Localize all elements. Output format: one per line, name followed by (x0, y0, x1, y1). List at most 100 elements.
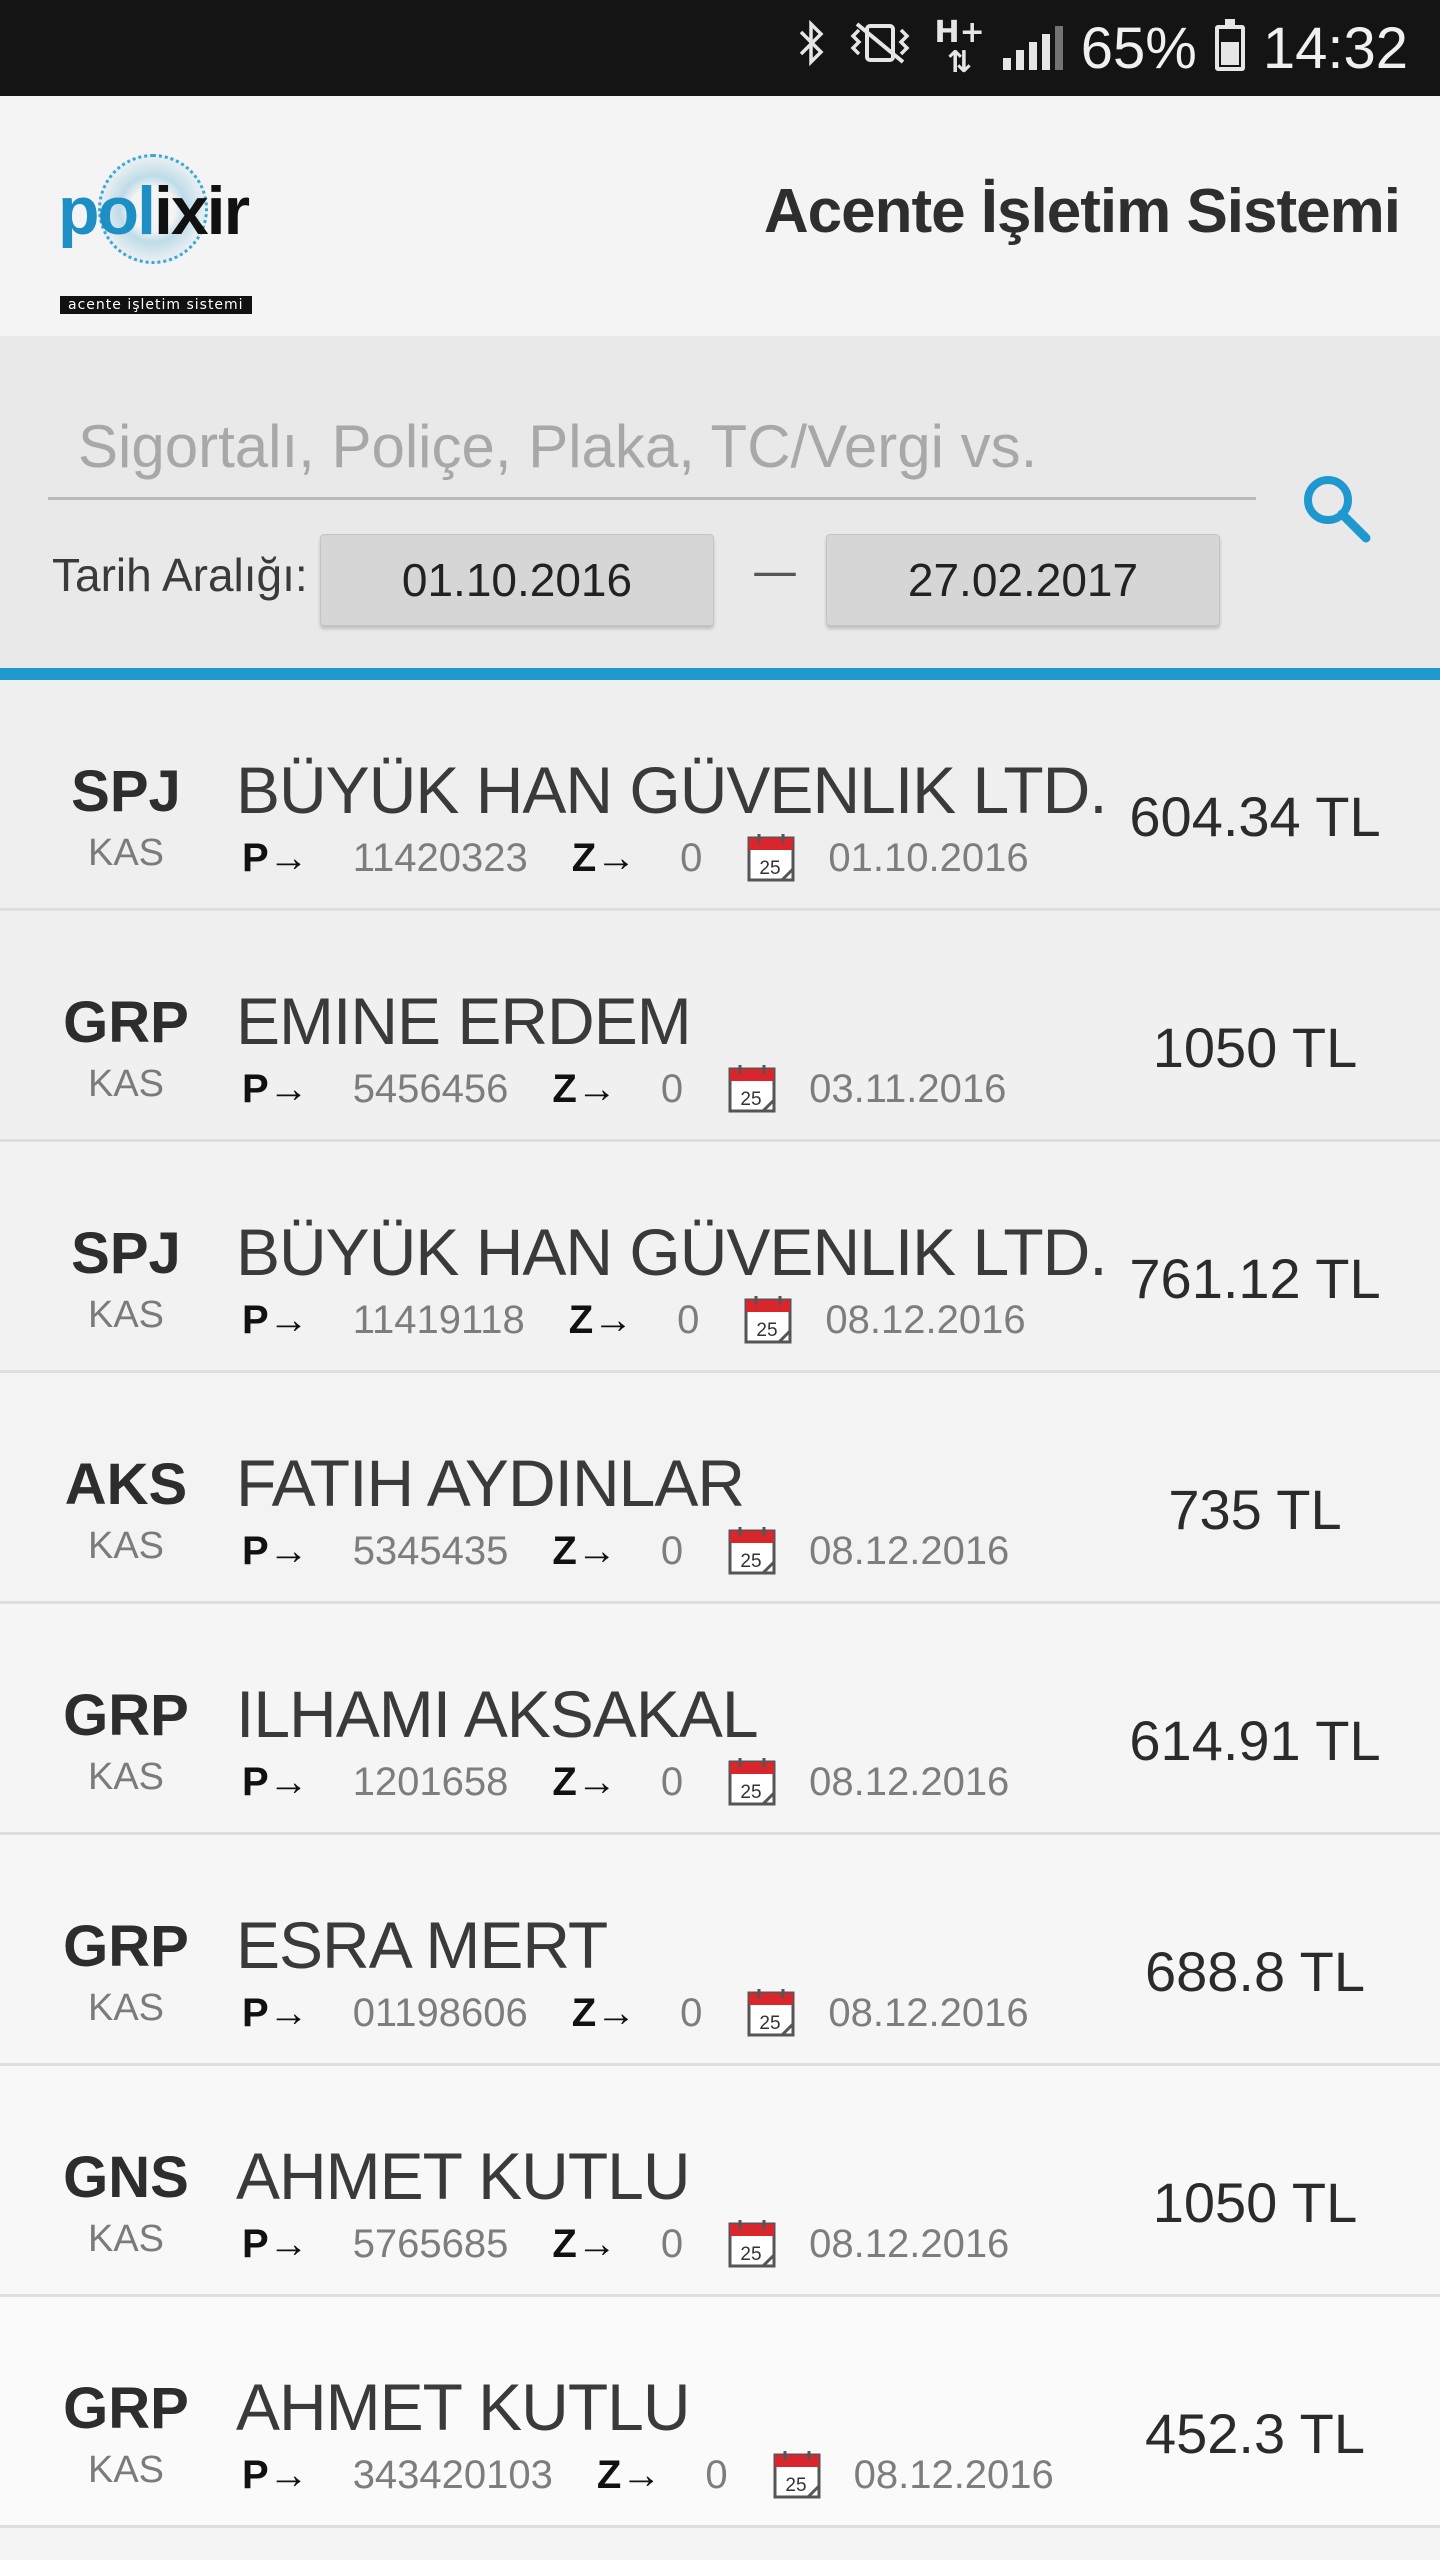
policy-meta: P→ 01198606 Z→ 0 25 08.12.2016 (242, 1987, 1073, 2039)
premium-amount: 1050 TL (1152, 1016, 1358, 1079)
policy-number: 01198606 (352, 1990, 528, 2035)
page-title: Acente İşletim Sistemi (763, 177, 1401, 246)
list-item[interactable]: GRP KAS ILHAMI AKSAKAL P→ 1201658 Z→ 0 2… (0, 1604, 1440, 1835)
policy-number: 343420103 (352, 2452, 553, 2497)
premium-amount: 735 TL (1168, 1478, 1342, 1541)
z-tag: Z→ (571, 835, 637, 880)
product-code: SPJ (71, 1221, 181, 1286)
list-item[interactable]: GNS KAS AHMET KUTLU P→ 5765685 Z→ 0 25 0… (0, 2066, 1440, 2297)
search-icon (1304, 476, 1371, 543)
branch-code: KAS (87, 1525, 165, 1567)
premium-amount: 614.91 TL (1129, 1709, 1381, 1772)
calendar-icon: 25 (728, 1758, 776, 1806)
insured-name: ESRA MERT (236, 1908, 608, 1982)
list-item[interactable]: GRP KAS ESRA MERT P→ 01198606 Z→ 0 25 08… (0, 1835, 1440, 2066)
calendar-icon: 25 (728, 2220, 776, 2268)
z-tag: Z→ (552, 1759, 617, 1804)
policy-tag: P→ (242, 2221, 309, 2266)
product-code: GRP (63, 2376, 189, 2441)
z-tag: Z→ (552, 1066, 617, 1111)
list-item[interactable]: SPJ KAS BÜYÜK HAN GÜVENLIK LTD. P→ 11419… (0, 1142, 1440, 1373)
calendar-icon: 25 (773, 2451, 821, 2499)
policy-number: 11419118 (352, 1297, 525, 1342)
calendar-day: 25 (741, 1551, 762, 1572)
logo-word-part2: ixir (153, 173, 250, 249)
search-button[interactable] (1298, 470, 1378, 550)
policy-tag: P→ (242, 2452, 309, 2497)
z-tag: Z→ (596, 2452, 662, 2497)
list-item[interactable]: GRP KAS AHMET KUTLU P→ 343420103 Z→ 0 25… (0, 2297, 1440, 2528)
bluetooth-icon (797, 19, 827, 77)
policy-tag: P→ (242, 1528, 309, 1573)
policy-meta: P→ 5765685 Z→ 0 25 08.12.2016 (242, 2218, 1053, 2270)
branch-code: KAS (87, 1294, 165, 1336)
status-time: 14:32 (1262, 15, 1408, 81)
policy-tag: P→ (242, 1759, 309, 1804)
insured-name: AHMET KUTLU (236, 2139, 691, 2213)
calendar-icon: 25 (728, 1527, 776, 1575)
list-item[interactable]: AKS KAS FATIH AYDINLAR P→ 5345435 Z→ 0 2… (0, 1373, 1440, 1604)
app-header: polixir acente işletim sistemi Acente İş… (0, 96, 1440, 336)
calendar-icon: 25 (747, 1989, 795, 2037)
z-tag: Z→ (552, 1528, 617, 1573)
policy-date: 08.12.2016 (809, 1759, 1010, 1804)
logo-tagline: acente işletim sistemi (60, 296, 252, 314)
policy-date: 03.11.2016 (809, 1066, 1007, 1111)
network-type-icon: H+ ⇅ (934, 15, 985, 80)
calendar-day: 25 (760, 2013, 781, 2034)
policy-date: 08.12.2016 (828, 1990, 1029, 2035)
insured-name: EMINE ERDEM (236, 984, 692, 1058)
policy-meta: P→ 11420323 Z→ 0 25 01.10.2016 (242, 832, 1073, 884)
logo-word-part1: pol (58, 173, 156, 249)
policy-meta: P→ 1201658 Z→ 0 25 08.12.2016 (242, 1756, 1053, 1808)
product-code: GRP (63, 1914, 189, 1979)
z-value: 0 (680, 835, 703, 880)
policy-date: 01.10.2016 (828, 835, 1029, 880)
policy-number: 11420323 (352, 835, 528, 880)
policy-date: 08.12.2016 (809, 1528, 1010, 1573)
policy-tag: P→ (242, 835, 309, 880)
insured-name: FATIH AYDINLAR (236, 1446, 745, 1520)
product-code: AKS (64, 1452, 188, 1517)
network-type-label: H+ (934, 15, 985, 50)
calendar-day: 25 (741, 2244, 762, 2265)
z-value: 0 (660, 1528, 684, 1573)
z-tag: Z→ (568, 1297, 634, 1342)
calendar-day: 25 (760, 858, 781, 879)
polixir-logo: polixir acente işletim sistemi (58, 154, 252, 314)
battery-percent: 65% (1080, 15, 1197, 81)
list-item[interactable]: SPJ KAS BÜYÜK HAN GÜVENLIK LTD. P→ 11420… (0, 680, 1440, 911)
calendar-day: 25 (741, 1782, 762, 1803)
date-from-button[interactable]: 01.10.2016 (320, 534, 714, 626)
premium-amount: 761.12 TL (1129, 1247, 1381, 1310)
list-item[interactable]: GRP KAS EMINE ERDEM P→ 5456456 Z→ 0 25 0… (0, 911, 1440, 1142)
accent-divider (0, 668, 1440, 680)
premium-amount: 1050 TL (1152, 2171, 1358, 2234)
calendar-icon: 25 (728, 1065, 776, 1113)
premium-amount: 452.3 TL (1144, 2402, 1366, 2465)
premium-amount: 688.8 TL (1144, 1940, 1366, 2003)
branch-code: KAS (87, 1756, 165, 1798)
z-value: 0 (705, 2452, 728, 2497)
z-tag: Z→ (552, 2221, 617, 2266)
z-value: 0 (660, 1066, 684, 1111)
date-range-separator: — (752, 544, 798, 598)
z-value: 0 (680, 1990, 703, 2035)
battery-icon (1214, 19, 1245, 71)
z-tag: Z→ (571, 1990, 637, 2035)
policy-date: 08.12.2016 (809, 2221, 1010, 2266)
policy-number: 5765685 (352, 2221, 509, 2266)
search-input[interactable] (48, 396, 1256, 500)
z-value: 0 (660, 1759, 684, 1804)
insured-name: AHMET KUTLU (236, 2370, 691, 2444)
product-code: GRP (63, 1683, 189, 1748)
policy-meta: P→ 343420103 Z→ 0 25 08.12.2016 (242, 2449, 1098, 2501)
calendar-icon: 25 (747, 834, 795, 882)
branch-code: KAS (87, 2218, 165, 2260)
status-bar: H+ ⇅ 65% 14:32 (0, 0, 1440, 96)
policy-meta: P→ 11419118 Z→ 0 25 08.12.2016 (242, 1294, 1070, 1346)
date-to-button[interactable]: 27.02.2017 (826, 534, 1220, 626)
search-filter-panel: Tarih Aralığı: 01.10.2016 — 27.02.2017 (0, 336, 1440, 672)
premium-amount: 604.34 TL (1129, 785, 1381, 848)
calendar-day: 25 (757, 1320, 778, 1341)
